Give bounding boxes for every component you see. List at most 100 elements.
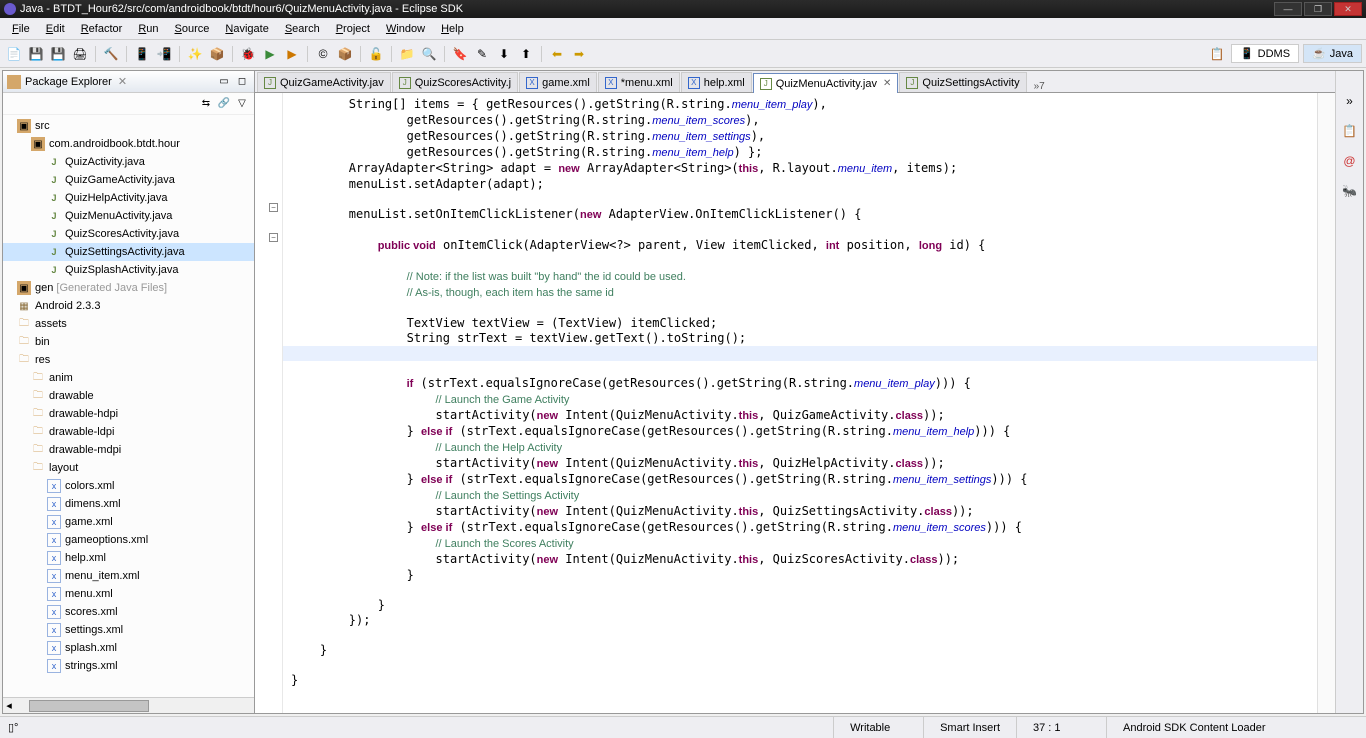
tree-item[interactable]: ▣com.androidbook.btdt.hour xyxy=(3,135,254,153)
new-class-button[interactable]: © xyxy=(313,44,333,64)
folder-button[interactable]: 📁 xyxy=(397,44,417,64)
tree-label: drawable-mdpi xyxy=(49,444,121,456)
tree-item[interactable]: 🗀layout xyxy=(3,459,254,477)
print-button[interactable]: 🖨 xyxy=(70,44,90,64)
minimize-view-button[interactable]: ▭ xyxy=(216,74,232,90)
tree-item[interactable]: xsplash.xml xyxy=(3,639,254,657)
menu-search[interactable]: Search xyxy=(277,21,328,37)
menu-navigate[interactable]: Navigate xyxy=(217,21,276,37)
menu-project[interactable]: Project xyxy=(328,21,378,37)
tree-item[interactable]: xsettings.xml xyxy=(3,621,254,639)
avd-button[interactable]: 📲 xyxy=(154,44,174,64)
debug-button[interactable]: 🐞 xyxy=(238,44,258,64)
link-editor-button[interactable]: 🔗 xyxy=(216,96,232,112)
tree-item[interactable]: xstrings.xml xyxy=(3,657,254,675)
tree-item[interactable]: xgame.xml xyxy=(3,513,254,531)
editor-tab[interactable]: JQuizMenuActivity.jav✕ xyxy=(753,73,899,93)
tree-item[interactable]: JQuizMenuActivity.java xyxy=(3,207,254,225)
horizontal-scrollbar[interactable]: ◂ xyxy=(3,697,254,713)
menu-window[interactable]: Window xyxy=(378,21,433,37)
editor-tab[interactable]: X*menu.xml xyxy=(598,72,680,92)
bookmark-button[interactable]: 🔖 xyxy=(450,44,470,64)
editor-gutter[interactable]: − − xyxy=(255,93,283,713)
new-button[interactable]: 📄 xyxy=(4,44,24,64)
tree-item[interactable]: 🗀assets xyxy=(3,315,254,333)
new-wizard-button[interactable]: ✨ xyxy=(185,44,205,64)
save-all-button[interactable]: 💾 xyxy=(48,44,68,64)
save-button[interactable]: 💾 xyxy=(26,44,46,64)
tree-item[interactable]: xscores.xml xyxy=(3,603,254,621)
new-package-button[interactable]: 📦 xyxy=(207,44,227,64)
tree-item[interactable]: 🗀res xyxy=(3,351,254,369)
restore-button[interactable]: » xyxy=(1340,91,1360,111)
menu-file[interactable]: File xyxy=(4,21,38,37)
editor-tab[interactable]: JQuizSettingsActivity xyxy=(899,72,1026,92)
perspective-java[interactable]: ☕Java xyxy=(1303,44,1362,63)
tree-item[interactable]: 🗀drawable xyxy=(3,387,254,405)
build-button[interactable]: 🔨 xyxy=(101,44,121,64)
menu-help[interactable]: Help xyxy=(433,21,472,37)
tree-item[interactable]: ▣src xyxy=(3,117,254,135)
overview-ruler[interactable] xyxy=(1317,93,1335,713)
menu-run[interactable]: Run xyxy=(130,21,166,37)
tree-item[interactable]: JQuizSplashActivity.java xyxy=(3,261,254,279)
tree-item[interactable]: ▣gen [Generated Java Files] xyxy=(3,279,254,297)
menu-refactor[interactable]: Refactor xyxy=(73,21,131,37)
open-perspective-button[interactable]: 📋 xyxy=(1207,44,1227,64)
tree-item[interactable]: 🗀drawable-ldpi xyxy=(3,423,254,441)
tree-item[interactable]: ▦Android 2.3.3 xyxy=(3,297,254,315)
tree-item[interactable]: JQuizHelpActivity.java xyxy=(3,189,254,207)
tree-item[interactable]: xdimens.xml xyxy=(3,495,254,513)
next-annotation-button[interactable]: ⬇ xyxy=(494,44,514,64)
prev-annotation-button[interactable]: ⬆ xyxy=(516,44,536,64)
maximize-view-button[interactable]: ◻ xyxy=(234,74,250,90)
tree-item[interactable]: JQuizSettingsActivity.java xyxy=(3,243,254,261)
minimize-button[interactable]: — xyxy=(1274,2,1302,16)
tree-item[interactable]: xmenu_item.xml xyxy=(3,567,254,585)
tree-item[interactable]: JQuizScoresActivity.java xyxy=(3,225,254,243)
search-button[interactable]: 🔍 xyxy=(419,44,439,64)
task-list-icon[interactable]: @ xyxy=(1340,151,1360,171)
fold-marker[interactable]: − xyxy=(269,233,278,242)
editor-tab[interactable]: Xhelp.xml xyxy=(681,72,752,92)
run-button[interactable]: ▶ xyxy=(260,44,280,64)
menu-edit[interactable]: Edit xyxy=(38,21,73,37)
tree-item[interactable]: xgameoptions.xml xyxy=(3,531,254,549)
tree-item[interactable]: JQuizActivity.java xyxy=(3,153,254,171)
close-button[interactable]: ✕ xyxy=(1334,2,1362,16)
tree-label: settings.xml xyxy=(65,624,123,636)
editor-tab[interactable]: JQuizGameActivity.jav xyxy=(257,72,391,92)
tree-item[interactable]: xmenu.xml xyxy=(3,585,254,603)
new-package2-button[interactable]: 📦 xyxy=(335,44,355,64)
editor-tab[interactable]: JQuizScoresActivity.j xyxy=(392,72,518,92)
tree-item[interactable]: 🗀drawable-hdpi xyxy=(3,405,254,423)
menu-source[interactable]: Source xyxy=(167,21,218,37)
code-editor[interactable]: String[] items = { getResources().getStr… xyxy=(283,93,1317,713)
android-button[interactable]: 📱 xyxy=(132,44,152,64)
run-last-button[interactable]: ▶ xyxy=(282,44,302,64)
collapse-all-button[interactable]: ⇆ xyxy=(198,96,214,112)
launch-icon[interactable]: ▯° xyxy=(0,721,40,734)
tree-item[interactable]: 🗀bin xyxy=(3,333,254,351)
editor-tab[interactable]: Xgame.xml xyxy=(519,72,597,92)
maximize-button[interactable]: ❐ xyxy=(1304,2,1332,16)
status-insert-mode: Smart Insert xyxy=(923,717,1016,738)
tab-overflow[interactable]: »7 xyxy=(1028,81,1051,92)
view-menu-button[interactable]: ▽ xyxy=(234,96,250,112)
tree-item[interactable]: xhelp.xml xyxy=(3,549,254,567)
ant-icon[interactable]: 🐜 xyxy=(1340,181,1360,201)
tree-label: anim xyxy=(49,372,73,384)
tree-item[interactable]: JQuizGameActivity.java xyxy=(3,171,254,189)
perspective-ddms[interactable]: 📱DDMS xyxy=(1231,44,1299,63)
forward-button[interactable]: ➡ xyxy=(569,44,589,64)
tree-label: QuizGameActivity.java xyxy=(65,174,175,186)
tree-item[interactable]: 🗀drawable-mdpi xyxy=(3,441,254,459)
outline-icon[interactable]: 📋 xyxy=(1340,121,1360,141)
tree-item[interactable]: xcolors.xml xyxy=(3,477,254,495)
back-button[interactable]: ⬅ xyxy=(547,44,567,64)
task-button[interactable]: ✎ xyxy=(472,44,492,64)
close-view-icon[interactable]: ✕ xyxy=(118,75,127,88)
fold-marker[interactable]: − xyxy=(269,203,278,212)
tree-item[interactable]: 🗀anim xyxy=(3,369,254,387)
open-type-button[interactable]: 🔓 xyxy=(366,44,386,64)
